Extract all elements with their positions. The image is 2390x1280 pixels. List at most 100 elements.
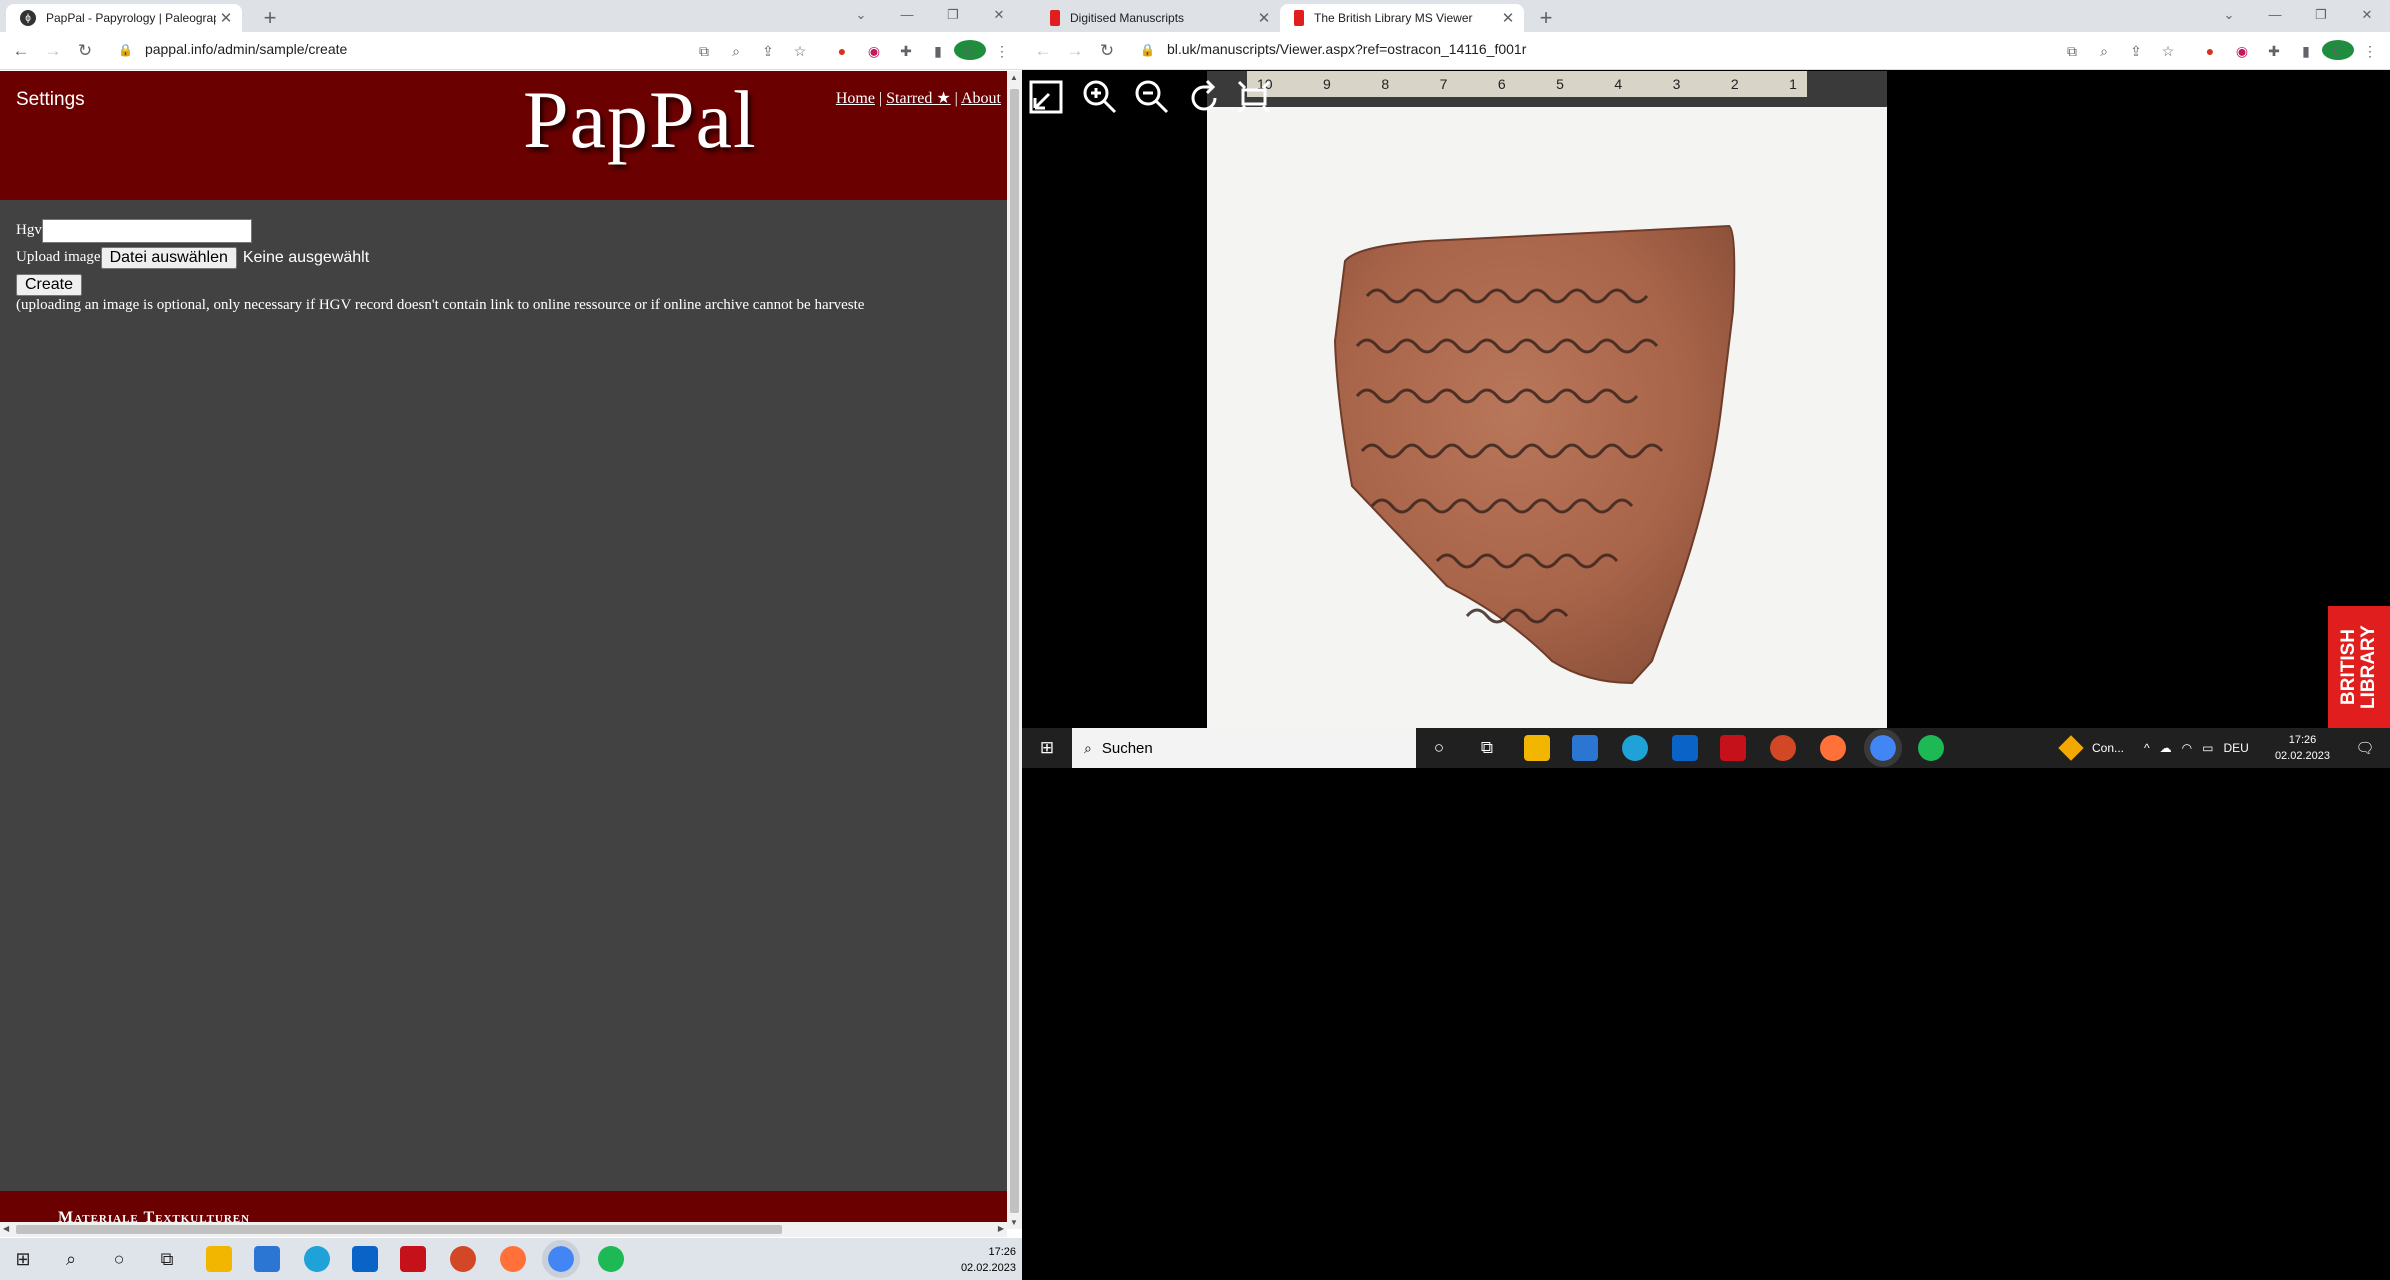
ostracon-image[interactable]: 10 9 8 7 6 5 4 3 2 1 — [1207, 71, 1887, 728]
bookmark-star-icon[interactable]: ☆ — [784, 40, 816, 62]
minimize-button[interactable]: — — [2252, 0, 2298, 32]
scroll-down-icon[interactable]: ▼ — [1010, 1218, 1018, 1227]
notifications-icon[interactable]: 🗨 — [2352, 735, 2378, 761]
zoom-icon[interactable]: ⌕ — [2088, 40, 2120, 62]
acrobat-icon[interactable] — [400, 1246, 426, 1272]
minimize-button[interactable]: — — [884, 0, 930, 32]
zoom-in-icon[interactable] — [1078, 75, 1122, 119]
windows-start-icon[interactable]: ⊞ — [1034, 735, 1060, 761]
tab-pappal[interactable]: ϕ PapPal - Papyrology | Paleograph ✕ — [6, 4, 242, 32]
store-icon[interactable] — [254, 1246, 280, 1272]
zoom-icon[interactable]: ⌕ — [720, 40, 752, 62]
share-icon[interactable]: ⇪ — [752, 40, 784, 62]
tray-app[interactable]: Con... — [2058, 728, 2124, 768]
chrome-icon[interactable] — [542, 1240, 580, 1278]
close-tab-icon[interactable]: ✕ — [1254, 9, 1274, 27]
mail-icon[interactable] — [1672, 735, 1698, 761]
firefox-icon[interactable] — [500, 1246, 526, 1272]
search-icon[interactable]: ⌕ — [58, 1246, 84, 1272]
share-icon[interactable]: ⇪ — [2120, 40, 2152, 62]
reload-button[interactable]: ↻ — [1096, 41, 1118, 61]
taskbar-search-box[interactable]: ⌕ Suchen — [1072, 728, 1416, 768]
scroll-left-icon[interactable]: ◀ — [3, 1224, 9, 1233]
tab-search-icon[interactable]: ⌄ — [838, 0, 884, 32]
hgv-input[interactable] — [41, 218, 252, 243]
spotify-icon[interactable] — [598, 1246, 624, 1272]
menu-kebab-icon[interactable]: ⋮ — [986, 40, 1018, 62]
tab-search-icon[interactable]: ⌄ — [2206, 0, 2252, 32]
scroll-right-icon[interactable]: ▶ — [998, 1224, 1004, 1233]
tab-digitised-manuscripts[interactable]: Digitised Manuscripts ✕ — [1036, 4, 1280, 32]
new-tab-button[interactable]: + — [1532, 4, 1560, 32]
acrobat-icon[interactable] — [1720, 735, 1746, 761]
firefox-icon[interactable] — [1820, 735, 1846, 761]
battery-icon[interactable]: ▭ — [2202, 741, 2213, 755]
close-tab-icon[interactable]: ✕ — [216, 9, 236, 27]
tab-bl-viewer[interactable]: The British Library MS Viewer ✕ — [1280, 4, 1524, 32]
vertical-scrollbar[interactable]: ▲ ▼ — [1007, 71, 1022, 1229]
address-bar[interactable]: 🔒 bl.uk/manuscripts/Viewer.aspx?ref=ostra… — [1140, 41, 1526, 57]
extension-red-icon[interactable]: ● — [826, 40, 858, 62]
back-button[interactable]: ← — [1032, 41, 1054, 61]
extensions-puzzle-icon[interactable]: ✚ — [2258, 40, 2290, 62]
taskbar-clock[interactable]: 17:26 02.02.2023 — [961, 1244, 1016, 1276]
task-view-icon[interactable]: ⧉ — [154, 1246, 180, 1272]
extension-pink-icon[interactable]: ◉ — [2226, 40, 2258, 62]
mail-icon[interactable] — [352, 1246, 378, 1272]
file-explorer-icon[interactable] — [1524, 735, 1550, 761]
forward-button[interactable]: → — [42, 41, 64, 61]
bookmark-star-icon[interactable]: ☆ — [2152, 40, 2184, 62]
close-tab-icon[interactable]: ✕ — [1498, 9, 1518, 27]
show-hidden-icons-icon[interactable]: ^ — [2144, 741, 2150, 755]
profile-avatar[interactable]: C — [954, 40, 986, 62]
extensions-puzzle-icon[interactable]: ✚ — [890, 40, 922, 62]
menu-kebab-icon[interactable]: ⋮ — [2354, 40, 2386, 62]
spotify-icon[interactable] — [1918, 735, 1944, 761]
edge-icon[interactable] — [304, 1246, 330, 1272]
nav-home[interactable]: Home — [836, 90, 875, 107]
language-indicator[interactable]: DEU — [2223, 741, 2248, 755]
forward-button[interactable]: → — [1064, 41, 1086, 61]
rotate-icon[interactable] — [1182, 75, 1226, 119]
exit-fullscreen-icon[interactable] — [1024, 75, 1068, 119]
taskbar-clock[interactable]: 17:26 02.02.2023 — [2275, 732, 2330, 764]
back-button[interactable]: ← — [10, 41, 32, 61]
close-window-button[interactable]: ✕ — [976, 0, 1022, 32]
onedrive-icon[interactable]: ☁ — [2160, 741, 2172, 755]
chrome-icon[interactable] — [1864, 729, 1902, 767]
extension-pink-icon[interactable]: ◉ — [858, 40, 890, 62]
settings-link[interactable]: Settings — [16, 89, 85, 111]
powerpoint-icon[interactable] — [1770, 735, 1796, 761]
horizontal-scroll-thumb[interactable] — [16, 1225, 782, 1234]
horizontal-scrollbar[interactable]: ◀ ▶ — [0, 1222, 1007, 1237]
restore-button[interactable]: ❐ — [930, 0, 976, 32]
extension-red-icon[interactable]: ● — [2194, 40, 2226, 62]
cortana-icon[interactable]: ○ — [106, 1246, 132, 1272]
edge-icon[interactable] — [1622, 735, 1648, 761]
task-view-icon[interactable]: ⧉ — [1474, 735, 1500, 761]
translate-icon[interactable]: ⧉ — [688, 40, 720, 62]
fit-to-screen-icon[interactable] — [1232, 75, 1276, 119]
network-icon[interactable]: ◠ — [2182, 741, 2192, 755]
restore-button[interactable]: ❐ — [2298, 0, 2344, 32]
close-window-button[interactable]: ✕ — [2344, 0, 2390, 32]
reload-button[interactable]: ↻ — [74, 41, 96, 61]
sidepanel-icon[interactable]: ▮ — [2290, 40, 2322, 62]
nav-starred[interactable]: Starred ★ — [886, 90, 951, 107]
choose-file-button[interactable]: Datei auswählen — [100, 246, 237, 269]
translate-icon[interactable]: ⧉ — [2056, 40, 2088, 62]
powerpoint-icon[interactable] — [450, 1246, 476, 1272]
manuscript-viewer[interactable]: 10 9 8 7 6 5 4 3 2 1 — [1022, 71, 2390, 728]
address-bar[interactable]: 🔒 pappal.info/admin/sample/create — [118, 41, 347, 57]
profile-avatar[interactable]: C — [2322, 40, 2354, 62]
windows-start-icon[interactable]: ⊞ — [10, 1246, 36, 1272]
nav-about[interactable]: About — [961, 90, 1001, 107]
new-tab-button[interactable]: + — [256, 4, 284, 32]
pappal-logo[interactable]: PapPal — [523, 73, 757, 167]
british-library-badge[interactable]: BRITISH LIBRARY — [2328, 606, 2390, 728]
scroll-up-icon[interactable]: ▲ — [1010, 73, 1018, 82]
cortana-icon[interactable]: ○ — [1426, 735, 1452, 761]
sidepanel-icon[interactable]: ▮ — [922, 40, 954, 62]
store-icon[interactable] — [1572, 735, 1598, 761]
vertical-scroll-thumb[interactable] — [1010, 89, 1019, 1213]
